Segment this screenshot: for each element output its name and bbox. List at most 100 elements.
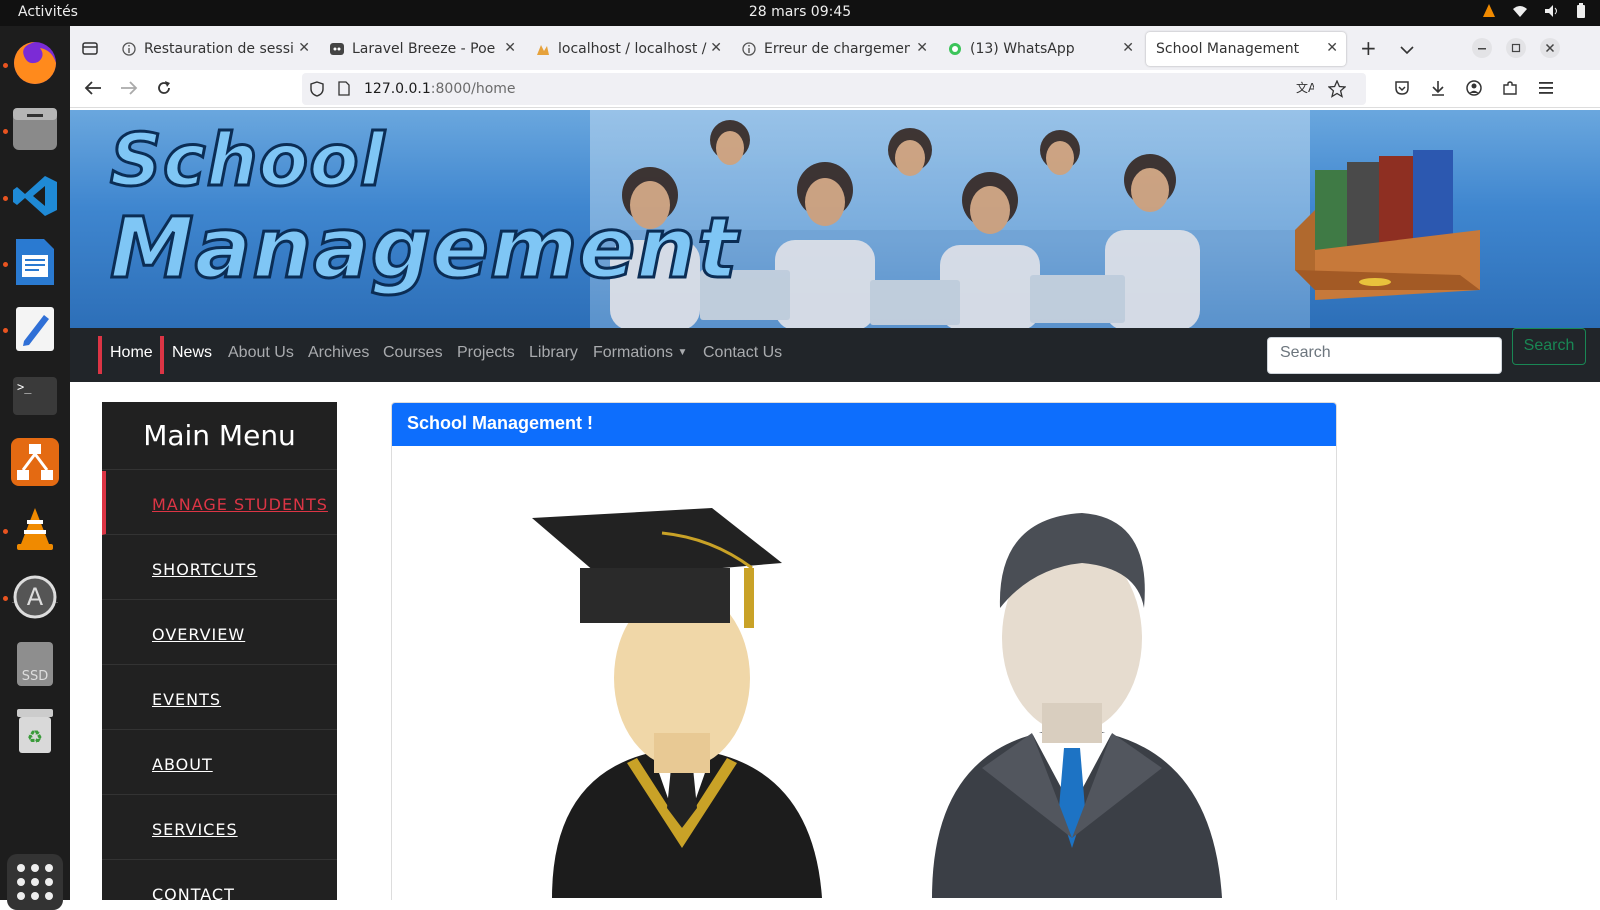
show-applications-button[interactable] (7, 854, 63, 910)
nav-about-us[interactable]: About Us (228, 344, 294, 362)
nav-projects[interactable]: Projects (457, 344, 515, 362)
nav-archives[interactable]: Archives (308, 344, 369, 362)
reload-icon[interactable] (156, 80, 172, 100)
account-icon[interactable] (1466, 80, 1482, 100)
graduate-student-icon[interactable] (532, 508, 832, 898)
close-window-icon[interactable] (1540, 38, 1560, 62)
sidebar-link[interactable]: MANAGE STUDENTS (152, 495, 328, 514)
close-tab-icon[interactable]: ✕ (1122, 40, 1134, 56)
sidebar-item-overview[interactable]: OVERVIEW (102, 601, 337, 665)
sidebar-item-shortcuts[interactable]: SHORTCUTS (102, 536, 337, 600)
nav-formations-dropdown[interactable]: Formations ▼ (593, 344, 687, 362)
extensions-icon[interactable] (1502, 80, 1518, 100)
page-icon[interactable] (338, 81, 350, 100)
nav-courses[interactable]: Courses (383, 344, 443, 362)
bookmark-star-icon[interactable] (1327, 79, 1347, 102)
battery-icon[interactable] (1576, 3, 1586, 19)
vlc-icon[interactable] (11, 506, 59, 554)
translate-icon[interactable]: 文A (1296, 80, 1317, 100)
caret-down-icon: ▼ (677, 347, 688, 358)
poe-icon (330, 43, 344, 55)
nav-news[interactable]: News (172, 344, 212, 362)
running-indicator (3, 63, 8, 68)
web-page: School Management Home News About Us Arc… (70, 110, 1600, 900)
pocket-icon[interactable] (1394, 80, 1410, 100)
tab-label: localhost / localhost / C (558, 41, 708, 57)
site-navbar: Home News About Us Archives Courses Proj… (70, 328, 1600, 382)
tab-laravel-breeze[interactable]: Laravel Breeze - Poe ✕ (320, 32, 524, 66)
close-tab-icon[interactable]: ✕ (1326, 40, 1338, 56)
url-text[interactable]: 127.0.0.1:8000/home (364, 81, 516, 97)
tab-label: Erreur de chargement d (764, 41, 910, 57)
back-icon[interactable] (84, 80, 102, 100)
close-tab-icon[interactable]: ✕ (916, 40, 928, 56)
svg-text:A: A (27, 583, 44, 611)
hamburger-menu-icon[interactable] (1538, 80, 1554, 99)
vlc-tray-icon[interactable] (1482, 3, 1496, 19)
files-icon[interactable] (11, 105, 59, 153)
sidebar-link[interactable]: SHORTCUTS (152, 560, 257, 579)
download-icon[interactable] (1430, 80, 1446, 100)
wifi-icon[interactable] (1512, 4, 1528, 18)
volume-icon[interactable] (1544, 4, 1560, 18)
clock[interactable]: 28 mars 09:45 (0, 4, 1600, 20)
terminal-icon[interactable]: >_ (11, 372, 59, 420)
chevron-down-icon[interactable] (1400, 40, 1414, 59)
software-updater-icon[interactable]: A (11, 573, 59, 621)
nav-contact-us[interactable]: Contact Us (703, 344, 782, 362)
list-all-tabs-icon[interactable] (82, 40, 98, 60)
shield-icon[interactable] (310, 81, 324, 101)
site-banner: School Management (70, 110, 1600, 328)
vscode-icon[interactable] (11, 172, 59, 220)
tab-load-error[interactable]: Erreur de chargement d ✕ (732, 32, 936, 66)
sidebar-item-about[interactable]: ABOUT (102, 731, 337, 795)
main-card: School Management ! (391, 402, 1337, 900)
sidebar-link[interactable]: CONTACT (152, 885, 235, 900)
close-tab-icon[interactable]: ✕ (504, 40, 516, 56)
firefox-icon[interactable] (11, 39, 59, 87)
new-tab-icon[interactable]: + (1360, 36, 1377, 60)
tab-phpmyadmin[interactable]: localhost / localhost / C ✕ (526, 32, 730, 66)
close-tab-icon[interactable]: ✕ (298, 40, 310, 56)
running-indicator (3, 262, 8, 267)
tab-label: Restauration de session (144, 41, 294, 57)
sidebar-item-events[interactable]: EVENTS (102, 666, 337, 730)
minimize-icon[interactable] (1472, 38, 1492, 62)
mysql-workbench-icon[interactable] (11, 438, 59, 486)
svg-text:♻: ♻ (27, 727, 43, 748)
sidebar-link[interactable]: EVENTS (152, 690, 221, 709)
ssd-drive-icon[interactable]: SSD (11, 640, 59, 688)
main-menu-sidebar: Main Menu MANAGE STUDENTS SHORTCUTS OVER… (102, 402, 337, 900)
system-tray[interactable] (1482, 3, 1586, 19)
dock: >_ A SSD ♻ (0, 26, 70, 910)
sidebar-item-services[interactable]: SERVICES (102, 796, 337, 860)
libreoffice-writer-icon[interactable] (11, 238, 59, 286)
maximize-icon[interactable] (1506, 38, 1526, 62)
sidebar-link[interactable]: OVERVIEW (152, 625, 245, 644)
sidebar-item-manage-students[interactable]: MANAGE STUDENTS (102, 471, 337, 535)
svg-text:SSD: SSD (22, 669, 49, 684)
logo-line-2: Management (108, 199, 739, 298)
tab-school-management[interactable]: School Management ✕ (1146, 32, 1346, 66)
teacher-icon[interactable] (922, 508, 1222, 898)
forward-icon[interactable] (120, 80, 138, 100)
running-indicator (3, 596, 8, 601)
text-editor-icon[interactable] (11, 305, 59, 353)
nav-home[interactable]: Home (110, 344, 153, 362)
navigation-toolbar: 127.0.0.1:8000/home 文A (70, 70, 1600, 108)
firefox-window: Restauration de session ✕ Laravel Breeze… (70, 26, 1600, 900)
sidebar-link[interactable]: SERVICES (152, 820, 238, 839)
search-input[interactable]: Search (1267, 337, 1502, 374)
sidebar-item-contact[interactable]: CONTACT (102, 861, 337, 900)
close-tab-icon[interactable]: ✕ (710, 40, 722, 56)
sidebar-link[interactable]: ABOUT (152, 755, 213, 774)
tab-session-restore[interactable]: Restauration de session ✕ (112, 32, 318, 66)
svg-text:>_: >_ (17, 380, 32, 394)
sidebar-title: Main Menu (102, 402, 337, 470)
url-bar[interactable]: 127.0.0.1:8000/home 文A (302, 73, 1366, 105)
tab-whatsapp[interactable]: (13) WhatsApp ✕ (938, 32, 1142, 66)
search-button[interactable]: Search (1512, 328, 1586, 365)
nav-library[interactable]: Library (529, 344, 578, 362)
site-logo[interactable]: School Management (108, 119, 739, 298)
trash-icon[interactable]: ♻ (11, 707, 59, 755)
